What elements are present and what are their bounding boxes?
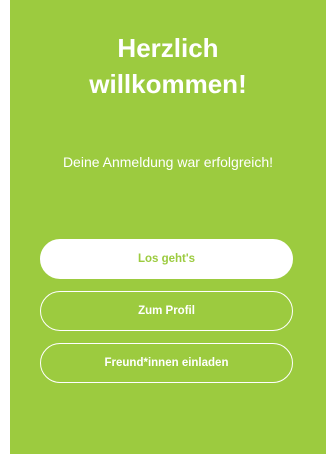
start-button[interactable]: Los geht's xyxy=(40,239,293,279)
profile-button-label: Zum Profil xyxy=(138,305,195,317)
start-button-label: Los geht's xyxy=(137,253,196,265)
title-line-1: Herzlich xyxy=(117,33,219,63)
title-line-2: willkommen! xyxy=(89,69,247,99)
welcome-card: Herzlich willkommen! Deine Anmeldung war… xyxy=(10,0,326,454)
profile-button[interactable]: Zum Profil xyxy=(40,291,293,331)
invite-friends-button-label: Freund*innen einladen xyxy=(104,357,229,369)
invite-friends-button[interactable]: Freund*innen einladen xyxy=(40,343,293,383)
page-title: Herzlich willkommen! xyxy=(10,30,326,102)
success-message: Deine Anmeldung war erfolgreich! xyxy=(62,154,274,170)
